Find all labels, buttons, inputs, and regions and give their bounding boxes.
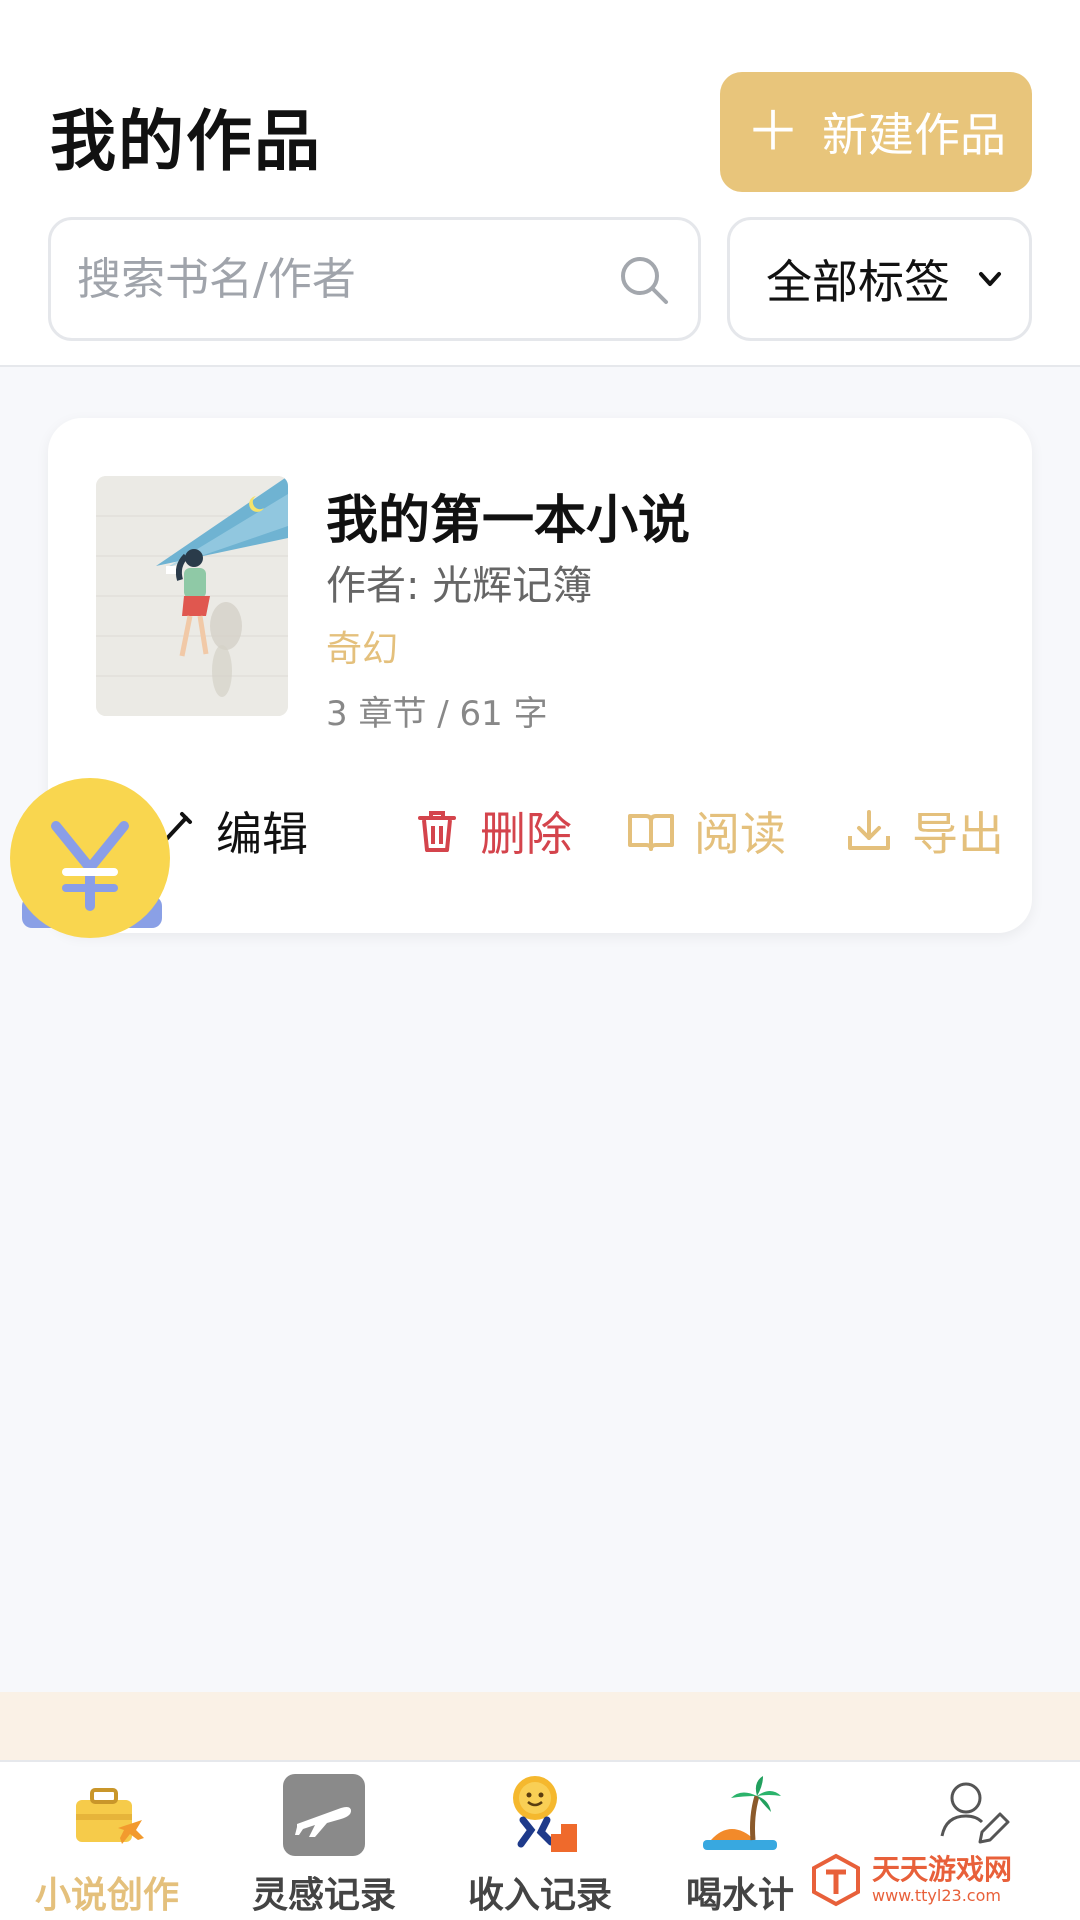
- tab-income[interactable]: 收入记录: [450, 1770, 630, 1920]
- airplane-icon: [283, 1774, 365, 1856]
- new-work-label: 新建作品: [822, 108, 1006, 162]
- download-icon: [848, 810, 890, 850]
- watermark: 天天游戏网 www.ttyl23.com: [808, 1848, 1068, 1912]
- new-work-button[interactable]: ＋ 新建作品: [720, 72, 1032, 192]
- header: 我的作品 ＋ 新建作品 全部标签: [0, 0, 1080, 367]
- export-button[interactable]: 导出: [844, 786, 1004, 876]
- app-screen: 我的作品 ＋ 新建作品 全部标签: [0, 0, 1080, 1920]
- export-label: 导出: [912, 807, 1004, 861]
- read-label: 阅读: [694, 807, 786, 861]
- coin-runner-icon: [513, 1776, 577, 1852]
- book-icon: [628, 814, 674, 851]
- delete-label: 删除: [480, 807, 572, 861]
- page-title: 我的作品: [50, 103, 322, 180]
- work-card[interactable]: 我的第一本小说 作者: 光辉记簿 奇幻 3 章节 / 61 字 编辑 删除 阅读…: [48, 418, 1032, 933]
- trash-icon: [418, 811, 456, 852]
- book-author: 作者: 光辉记簿: [326, 563, 593, 609]
- chevron-down-icon: [979, 272, 1001, 286]
- tab-water[interactable]: 喝水计: [650, 1770, 830, 1920]
- tab-income-label: 收入记录: [467, 1875, 612, 1916]
- read-button[interactable]: 阅读: [626, 786, 786, 876]
- search-icon[interactable]: [616, 252, 672, 308]
- tag-filter-select[interactable]: 全部标签: [727, 217, 1032, 341]
- tag-filter-label: 全部标签: [766, 255, 950, 309]
- briefcase-plane-icon: [76, 1788, 144, 1844]
- tab-novel-writing[interactable]: 小说创作: [17, 1770, 197, 1920]
- book-title[interactable]: 我的第一本小说: [326, 478, 690, 553]
- tab-inspiration-label: 灵感记录: [251, 1875, 396, 1916]
- floating-yen-button[interactable]: [8, 776, 173, 941]
- watermark-logo-icon: [812, 1853, 860, 1907]
- delete-button[interactable]: 删除: [412, 786, 572, 876]
- book-tag: 奇幻: [326, 629, 399, 670]
- edit-label: 编辑: [216, 807, 308, 861]
- user-edit-icon: [940, 1782, 1010, 1844]
- search-box[interactable]: [48, 217, 701, 341]
- watermark-name: 天天游戏网: [872, 1853, 1013, 1886]
- tab-water-label: 喝水计: [685, 1875, 794, 1916]
- tab-novel-writing-label: 小说创作: [34, 1875, 179, 1916]
- book-stats: 3 章节 / 61 字: [326, 694, 548, 734]
- island-palm-icon: [703, 1776, 781, 1850]
- bottom-banner-strip: [0, 1692, 1080, 1762]
- book-cover-image[interactable]: [96, 476, 288, 716]
- watermark-url: www.ttyl23.com: [872, 1886, 1001, 1905]
- search-input[interactable]: [77, 220, 617, 338]
- tab-inspiration[interactable]: 灵感记录: [234, 1770, 414, 1920]
- yen-icon: [10, 778, 170, 938]
- card-actions: 编辑 删除 阅读 导出: [148, 786, 1008, 876]
- plus-icon: ＋: [746, 100, 800, 163]
